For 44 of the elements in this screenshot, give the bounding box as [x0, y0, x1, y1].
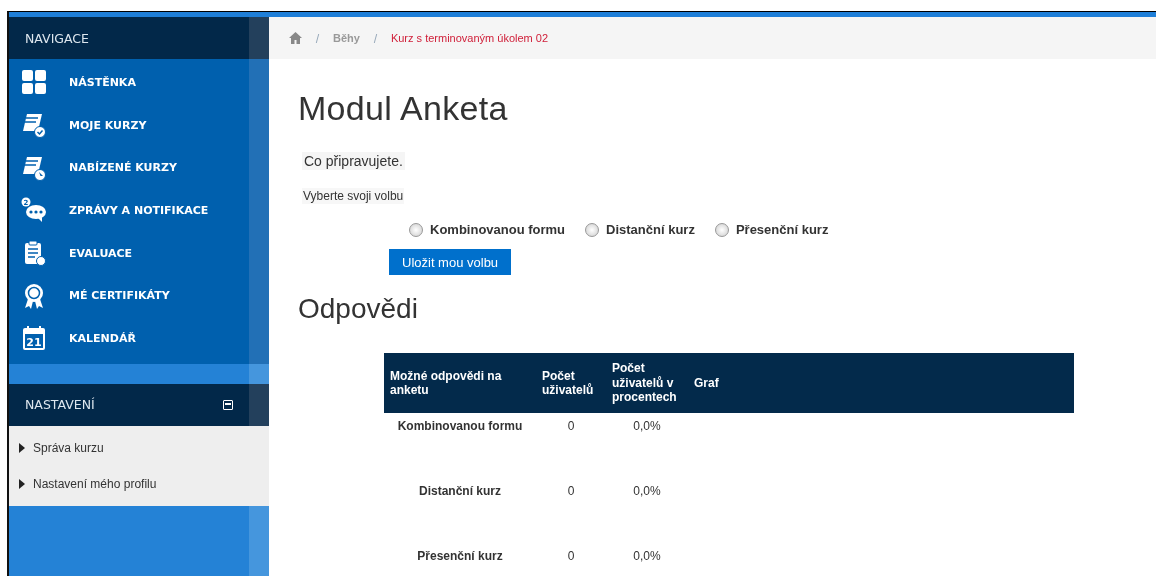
table-cell-text: 0,0%	[632, 548, 662, 565]
expand-arrow-icon[interactable]	[19, 442, 25, 453]
navigation-title: NAVIGACE	[25, 30, 89, 46]
column-header: Počet uživatelů	[536, 353, 606, 413]
nav-link[interactable]: KALENDÁŘ	[69, 331, 136, 345]
poll-question: Co připravujete.	[302, 152, 405, 170]
radio-button[interactable]	[714, 222, 729, 237]
table-cell-text: Distanční kurz	[418, 483, 502, 500]
column-header: Možné odpovědi na anketu	[384, 353, 536, 413]
table-cell-text: Přesenční kurz	[416, 548, 504, 565]
radio-option[interactable]: Distanční kurz	[585, 222, 695, 237]
expand-arrow-icon[interactable]	[19, 478, 25, 489]
nav-link[interactable]: MÉ CERTIFIKÁTY	[69, 289, 170, 303]
column-header: Graf	[688, 353, 1074, 413]
settings-link[interactable]: Správa kurzu	[33, 440, 104, 455]
radio-button[interactable]	[409, 222, 423, 237]
page-title: Modul Anketa	[298, 89, 509, 128]
dashboard-icon	[21, 69, 47, 96]
nav-link[interactable]: ZPRÁVY A NOTIFIKACE	[69, 203, 209, 217]
table-cell-text: 0	[566, 483, 576, 500]
nav-link[interactable]: NÁSTĚNKA	[69, 75, 136, 89]
table-cell-text: 0,0%	[632, 483, 662, 500]
table-cell: 0,0%	[606, 413, 688, 478]
home-icon[interactable]	[289, 32, 302, 44]
poll-prompt: Vyberte svoji volbu	[302, 188, 405, 204]
radio-option[interactable]: Přesenční kurz	[714, 222, 829, 237]
settings-link[interactable]: Nastavení mého profilu	[33, 476, 157, 491]
table-cell: Kombinovanou formu	[384, 413, 536, 478]
section-title: Odpovědi	[298, 293, 419, 325]
save-vote-button[interactable]: Uložit mou volbu	[389, 249, 512, 275]
collapse-icon[interactable]	[223, 399, 233, 410]
nav-link[interactable]: EVALUACE	[69, 246, 133, 260]
breadcrumb-current[interactable]: Kurz s terminovaným úkolem 02	[390, 32, 549, 44]
table-cell-text: 0	[566, 548, 576, 565]
book-pointer-icon	[21, 154, 47, 181]
calendar-icon: 21	[21, 325, 47, 352]
table-cell: 0	[536, 413, 606, 478]
book-check-icon	[21, 112, 47, 139]
nav-link[interactable]: NABÍZENÉ KURZY	[69, 161, 177, 175]
radio-button[interactable]	[585, 222, 600, 237]
column-header: Počet uživatelů v procentech	[606, 353, 688, 413]
radio-option[interactable]: Kombinovanou formu	[409, 222, 566, 237]
nav-link[interactable]: MOJE KURZY	[69, 118, 147, 132]
settings-title: NASTAVENÍ	[25, 397, 95, 413]
